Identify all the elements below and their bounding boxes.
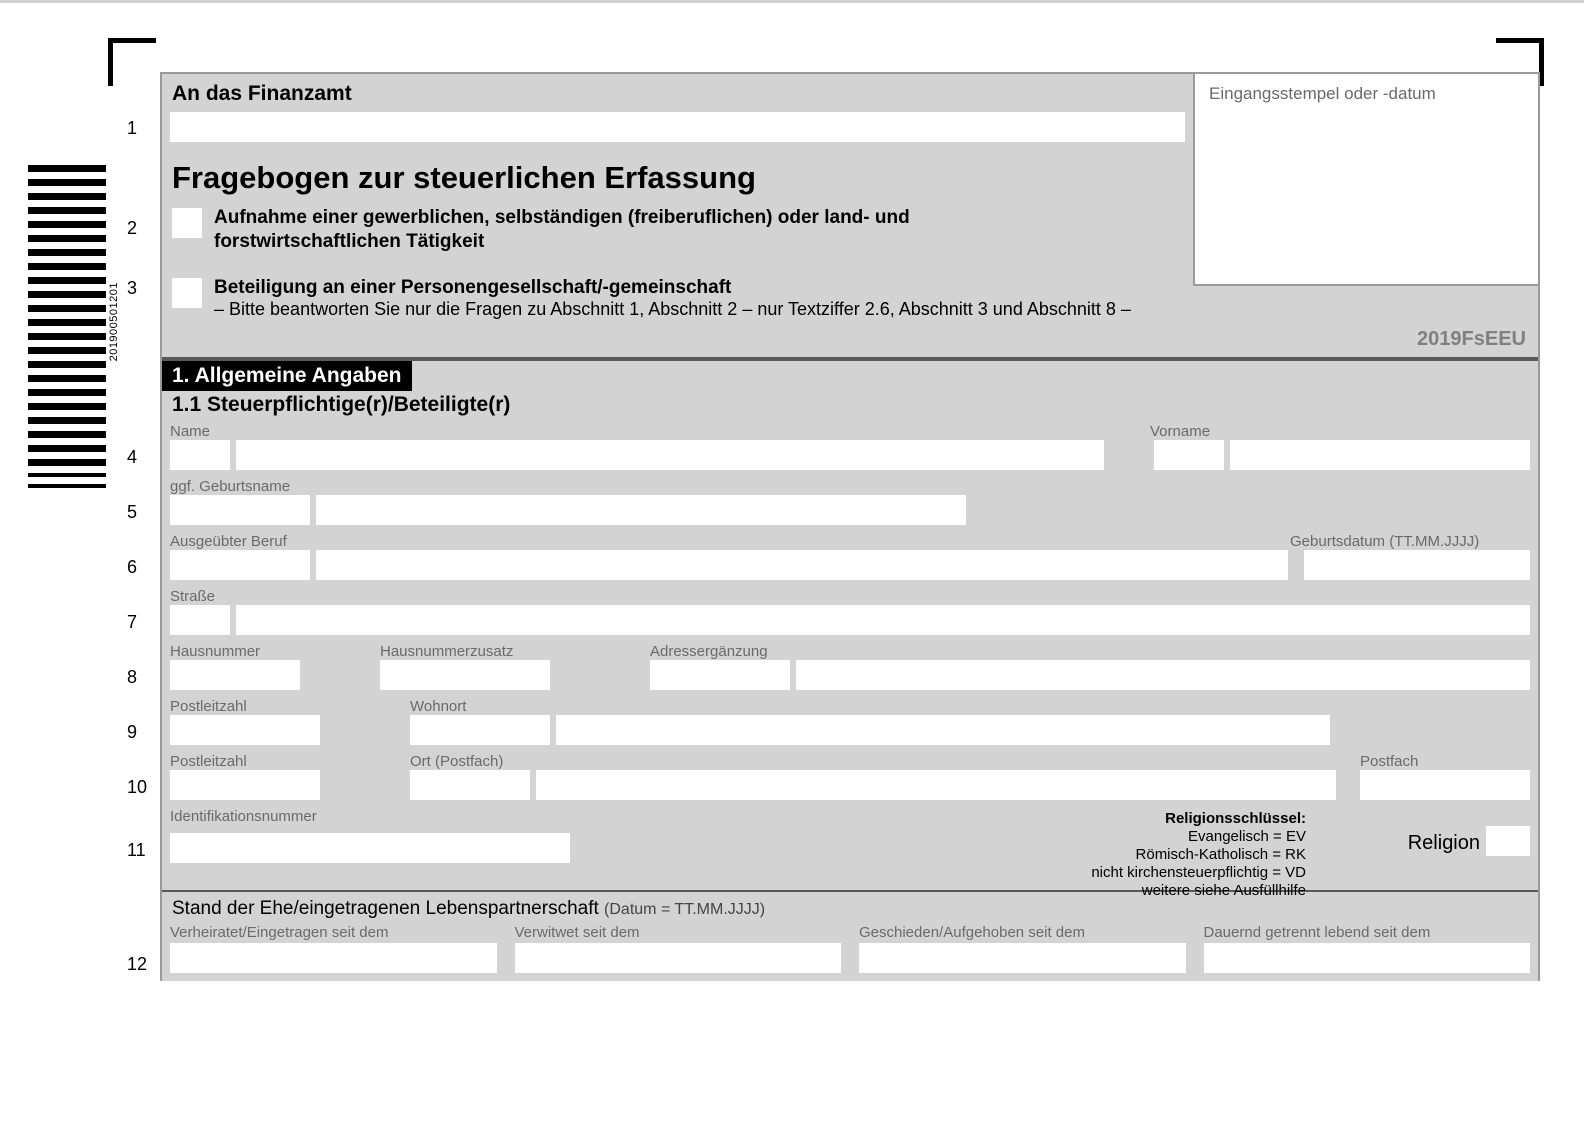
line-number: 4	[127, 447, 137, 468]
q3-subtext: – Bitte beantworten Sie nur die Fragen z…	[214, 299, 1131, 320]
label-verwitwet: Verwitwet seit dem	[515, 924, 842, 941]
field-wohnort[interactable]	[556, 715, 1330, 745]
field-getrennt[interactable]	[1204, 943, 1531, 973]
field-vorname[interactable]	[1230, 440, 1530, 470]
field-plz[interactable]	[170, 715, 320, 745]
checkbox-participation[interactable]	[172, 278, 202, 308]
line-number: 1	[127, 118, 137, 139]
field-ort-postfach[interactable]	[536, 770, 1336, 800]
checkbox-activity-type[interactable]	[172, 208, 202, 238]
marital-header: Stand der Ehe/eingetragenen Lebenspartne…	[162, 892, 1538, 924]
field-hausnummer[interactable]	[170, 660, 300, 690]
label-plz2: Postleitzahl	[170, 753, 410, 770]
label-beruf: Ausgeübter Beruf	[170, 533, 1290, 550]
section-1-title: 1. Allgemeine Angaben	[162, 361, 412, 391]
form-code: 2019FsEEU	[162, 324, 1538, 357]
label-name: Name	[170, 423, 230, 440]
line-number: 6	[127, 557, 137, 578]
field-adresserg[interactable]	[796, 660, 1530, 690]
religion-key: Religionsschlüssel: Evangelisch = EV Röm…	[1091, 810, 1306, 900]
label-hausnummer: Hausnummer	[170, 643, 380, 660]
line-number: 10	[127, 777, 147, 798]
label-adresserg: Adressergänzung	[650, 643, 768, 660]
stamp-label: Eingangsstempel oder -datum	[1209, 84, 1436, 103]
field-name-prefix[interactable]	[170, 440, 230, 470]
field-plz2[interactable]	[170, 770, 320, 800]
line-number: 11	[127, 840, 146, 861]
field-verheiratet[interactable]	[170, 943, 497, 973]
field-beruf-prefix[interactable]	[170, 550, 310, 580]
q3-text: Beteiligung an einer Personengesellschaf…	[214, 276, 1131, 300]
barcode: 201900501201	[28, 165, 120, 495]
field-verwitwet[interactable]	[515, 943, 842, 973]
field-geburtsname[interactable]	[316, 495, 966, 525]
finanzamt-input[interactable]	[170, 112, 1185, 142]
field-hausnummerzusatz[interactable]	[380, 660, 550, 690]
label-wohnort: Wohnort	[410, 698, 466, 715]
field-geschieden[interactable]	[859, 943, 1186, 973]
line-number: 2	[127, 218, 137, 239]
line-number: 7	[127, 612, 137, 633]
field-strasse[interactable]	[236, 605, 1530, 635]
q2-text: Aufnahme einer gewerblichen, selbständig…	[214, 206, 974, 254]
field-ort-postfach-prefix[interactable]	[410, 770, 530, 800]
barcode-number: 201900501201	[108, 282, 120, 361]
label-idnr: Identifikationsnummer	[170, 808, 317, 825]
label-geburtsname: ggf. Geburtsname	[170, 478, 290, 495]
field-beruf[interactable]	[316, 550, 1288, 580]
section-1-subtitle: 1.1 Steuerpflichtige(r)/Beteiligte(r)	[162, 391, 1538, 421]
line-number: 9	[127, 722, 137, 743]
field-geburtsname-prefix[interactable]	[170, 495, 310, 525]
label-postfach: Postfach	[1360, 753, 1530, 770]
field-adresserg-prefix[interactable]	[650, 660, 790, 690]
label-geburtsdatum: Geburtsdatum (TT.MM.JJJJ)	[1290, 533, 1530, 550]
field-geburtsdatum[interactable]	[1304, 550, 1530, 580]
label-verheiratet: Verheiratet/Eingetragen seit dem	[170, 924, 497, 941]
label-hausnummerzusatz: Hausnummerzusatz	[380, 643, 650, 660]
form-sheet: Eingangsstempel oder -datum An das Finan…	[160, 72, 1540, 981]
label-religion: Religion	[1408, 832, 1480, 855]
field-vorname-prefix[interactable]	[1154, 440, 1224, 470]
field-name[interactable]	[236, 440, 1104, 470]
line-number: 12	[127, 954, 147, 975]
field-idnr[interactable]	[170, 833, 570, 863]
label-ort-postfach: Ort (Postfach)	[410, 753, 1360, 770]
label-vorname: Vorname	[1150, 423, 1530, 440]
line-number: 8	[127, 667, 137, 688]
field-strasse-prefix[interactable]	[170, 605, 230, 635]
label-plz: Postleitzahl	[170, 698, 410, 715]
field-wohnort-prefix[interactable]	[410, 715, 550, 745]
field-religion[interactable]	[1486, 826, 1530, 856]
label-geschieden: Geschieden/Aufgehoben seit dem	[859, 924, 1186, 941]
label-strasse: Straße	[170, 588, 215, 605]
label-getrennt: Dauernd getrennt lebend seit dem	[1204, 924, 1531, 941]
field-postfach[interactable]	[1360, 770, 1530, 800]
line-number: 5	[127, 502, 137, 523]
line-number: 3	[127, 278, 137, 299]
